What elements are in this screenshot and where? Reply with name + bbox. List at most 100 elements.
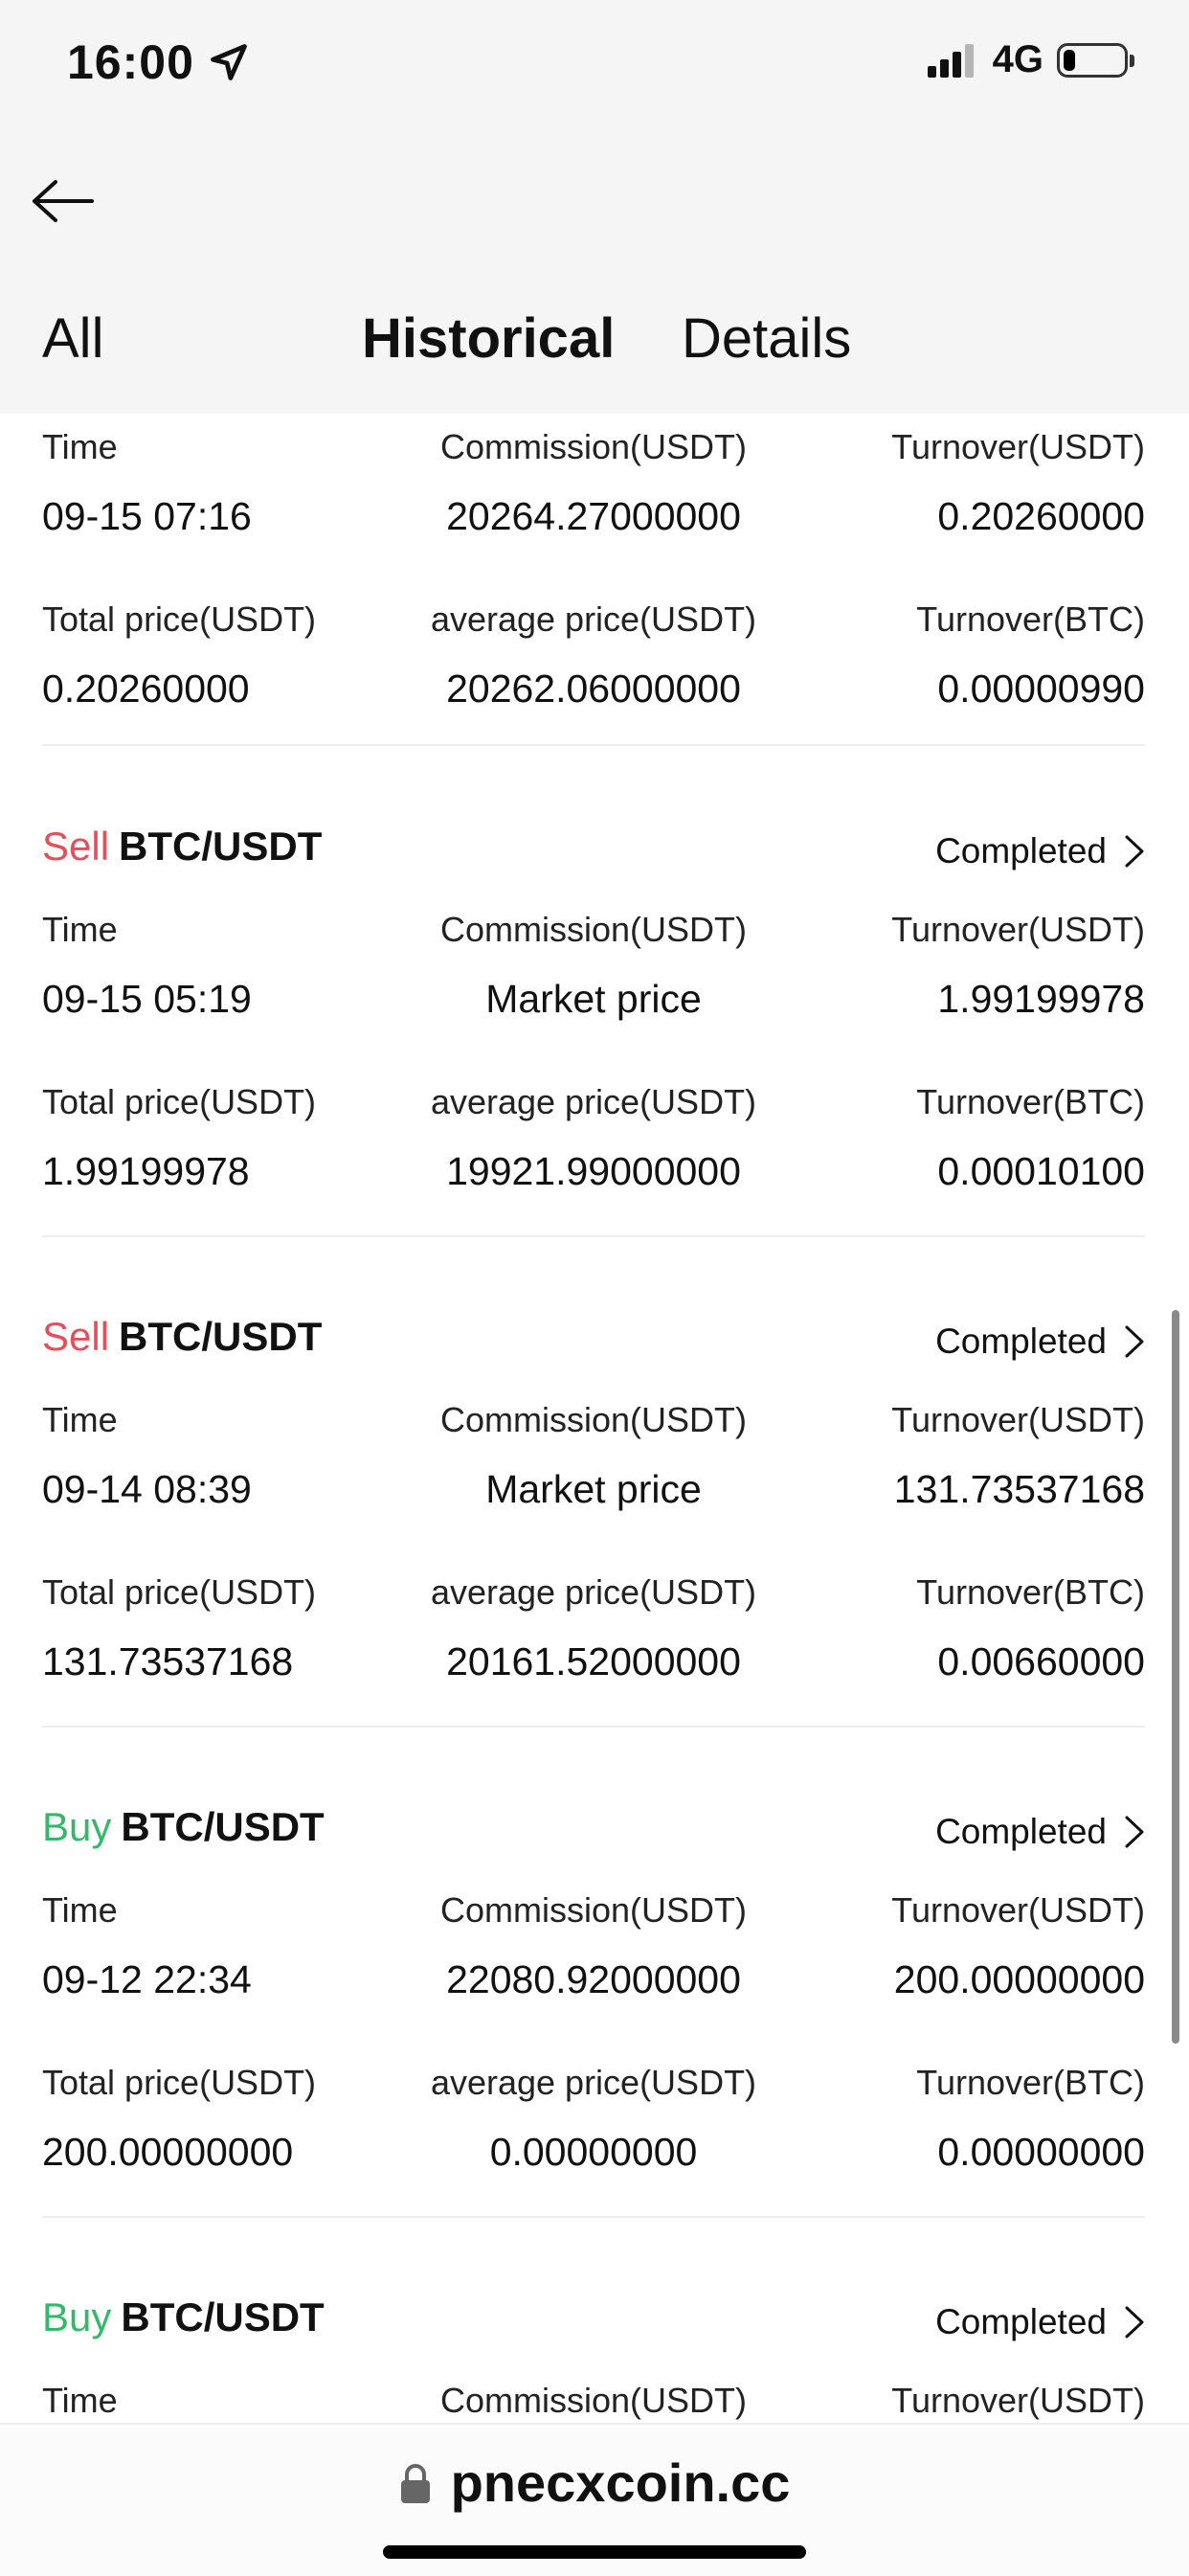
app-header: 16:00 4G All Historical Details (0, 0, 1189, 414)
commission-value: Market price (485, 977, 702, 1021)
turnover-btc-label: Turnover(BTC) (916, 2063, 1145, 2102)
time-label: Time (42, 2381, 118, 2420)
average-price-value: 20161.52000000 (446, 1639, 741, 1683)
time-value: 09-15 05:19 (42, 977, 252, 1021)
clock-text: 16:00 (67, 35, 194, 89)
divider (42, 1726, 1145, 1728)
commission-label: Commission(USDT) (439, 427, 748, 466)
order-pair: BTC/USDT (119, 1314, 323, 1359)
browser-url-bar[interactable]: pnecxcoin.cc (0, 2423, 1189, 2576)
order-status-link[interactable]: Completed (935, 831, 1145, 871)
tab-bar: All Historical Details (0, 297, 1189, 393)
order-status: Completed (935, 1812, 1107, 1851)
divider (42, 744, 1145, 746)
tab-all[interactable]: All (42, 306, 103, 371)
turnover-btc-value: 0.00000000 (937, 2130, 1145, 2174)
total-price-value: 131.73537168 (42, 1639, 294, 1683)
turnover-usdt-value: 200.00000000 (893, 1957, 1145, 2001)
back-button[interactable] (29, 172, 96, 230)
location-arrow-icon (211, 44, 247, 80)
url-text: pnecxcoin.cc (450, 2452, 791, 2513)
time-value: 09-14 08:39 (42, 1467, 252, 1511)
commission-label: Commission(USDT) (439, 1400, 748, 1439)
home-indicator (383, 2545, 806, 2559)
turnover-usdt-value: 0.20260000 (937, 494, 1145, 538)
average-price-value: 19921.99000000 (446, 1149, 741, 1193)
time-value: 09-15 07:16 (42, 494, 252, 538)
status-indicators: 4G (926, 38, 1134, 81)
order-side: Sell (42, 1314, 110, 1359)
order-pair: BTC/USDT (121, 2294, 325, 2339)
turnover-btc-value: 0.00660000 (937, 1639, 1145, 1683)
turnover-usdt-label: Turnover(USDT) (891, 2381, 1145, 2420)
commission-value: 22080.92000000 (446, 1957, 741, 2001)
scrollbar[interactable] (1172, 1310, 1179, 2044)
order-header: Buy BTC/USDT Completed (42, 2294, 1145, 2361)
turnover-usdt-label: Turnover(USDT) (891, 910, 1145, 949)
average-price-label: average price(USDT) (430, 599, 757, 639)
divider (42, 1235, 1145, 1237)
commission-label: Commission(USDT) (439, 910, 748, 949)
order-status: Completed (935, 2302, 1107, 2341)
lock-icon (400, 2463, 430, 2503)
total-price-label: Total price(USDT) (42, 1082, 317, 1121)
battery-level (1064, 49, 1075, 71)
order-pair: BTC/USDT (121, 1804, 325, 1849)
order-header: Sell BTC/USDT Completed (42, 1314, 1145, 1381)
turnover-btc-value: 0.00000990 (937, 667, 1145, 711)
commission-value: 20264.27000000 (446, 494, 741, 538)
total-price-value: 0.20260000 (42, 667, 250, 711)
average-price-value: 20262.06000000 (446, 667, 741, 711)
average-price-label: average price(USDT) (430, 1572, 757, 1612)
order-side: Sell (42, 824, 110, 869)
commission-value: Market price (485, 1467, 702, 1511)
turnover-usdt-label: Turnover(USDT) (891, 427, 1145, 466)
order-status-link[interactable]: Completed (935, 1812, 1145, 1852)
commission-label: Commission(USDT) (439, 2381, 748, 2420)
chevron-right-icon (1125, 1325, 1144, 1358)
time-label: Time (42, 1400, 118, 1439)
divider (42, 2216, 1145, 2218)
commission-label: Commission(USDT) (439, 1890, 748, 1930)
order-status-link[interactable]: Completed (935, 2302, 1145, 2342)
turnover-btc-label: Turnover(BTC) (916, 599, 1145, 639)
order-side: Buy (42, 1804, 112, 1849)
url-display[interactable]: pnecxcoin.cc (0, 2452, 1189, 2514)
time-label: Time (42, 1890, 118, 1930)
turnover-usdt-label: Turnover(USDT) (891, 1400, 1145, 1439)
time-label: Time (42, 910, 118, 949)
total-price-label: Total price(USDT) (42, 2063, 317, 2102)
turnover-usdt-value: 131.73537168 (893, 1467, 1145, 1511)
order-pair: BTC/USDT (119, 824, 323, 869)
signal-icon (927, 43, 974, 78)
tab-historical[interactable]: Historical (362, 306, 615, 371)
turnover-btc-label: Turnover(BTC) (916, 1572, 1145, 1612)
battery-icon (1057, 42, 1134, 78)
total-price-value: 200.00000000 (42, 2130, 294, 2174)
turnover-btc-value: 0.00010100 (937, 1149, 1145, 1193)
turnover-btc-label: Turnover(BTC) (916, 1082, 1145, 1121)
order-status: Completed (935, 1322, 1107, 1361)
order-header: Sell BTC/USDT Completed (42, 824, 1145, 891)
time-value: 09-12 22:34 (42, 1957, 252, 2001)
order-header: Buy BTC/USDT Completed (42, 1804, 1145, 1871)
chevron-right-icon (1125, 835, 1144, 868)
order-status-link[interactable]: Completed (935, 1322, 1145, 1362)
average-price-label: average price(USDT) (430, 1082, 757, 1121)
turnover-usdt-value: 1.99199978 (937, 977, 1145, 1021)
order-side: Buy (42, 2294, 112, 2339)
total-price-label: Total price(USDT) (42, 599, 317, 639)
total-price-label: Total price(USDT) (42, 1572, 317, 1612)
chevron-right-icon (1125, 1816, 1144, 1848)
chevron-right-icon (1125, 2306, 1144, 2339)
network-label: 4G (992, 38, 1043, 80)
average-price-label: average price(USDT) (430, 2063, 757, 2102)
tab-details[interactable]: Details (682, 306, 851, 371)
turnover-usdt-label: Turnover(USDT) (891, 1890, 1145, 1930)
time-label: Time (42, 427, 118, 466)
arrow-left-icon (33, 180, 94, 222)
order-status: Completed (935, 831, 1107, 870)
status-time: 16:00 (67, 34, 250, 90)
average-price-value: 0.00000000 (489, 2130, 698, 2174)
total-price-value: 1.99199978 (42, 1149, 250, 1193)
